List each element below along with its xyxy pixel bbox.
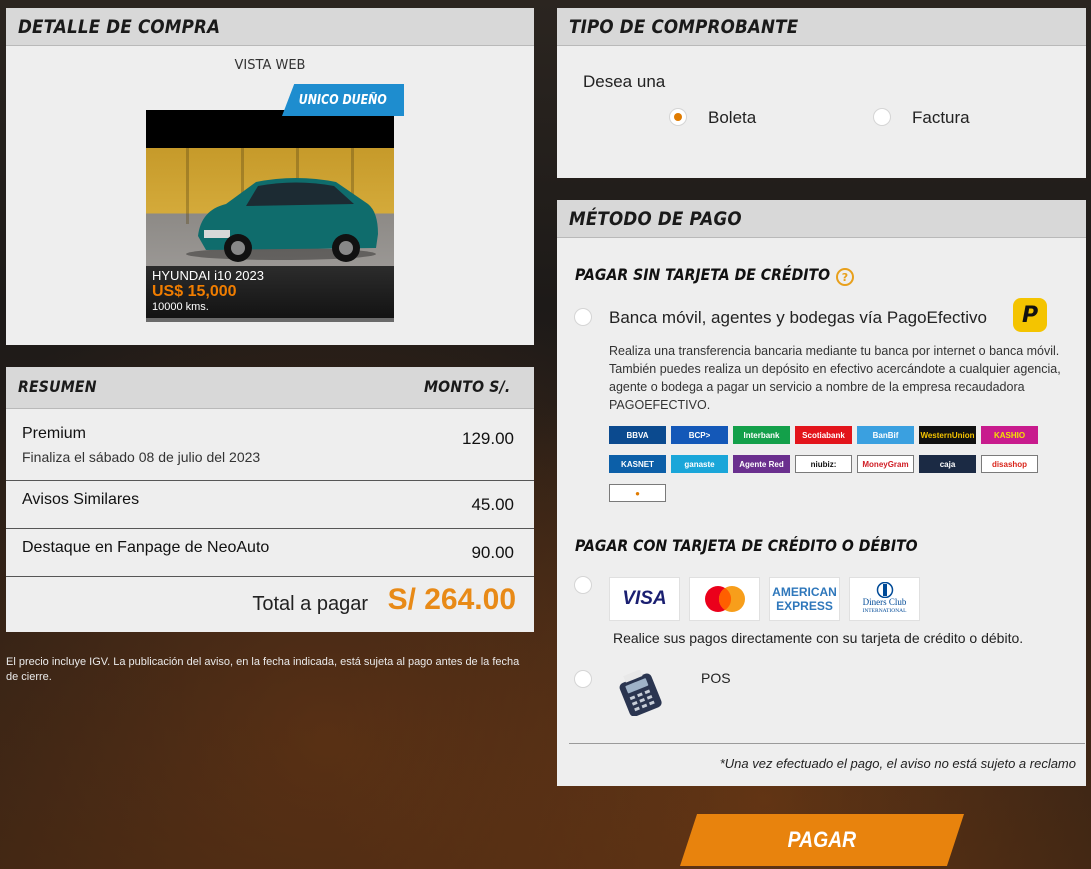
car-card-bottom-bar <box>146 318 394 322</box>
diners-mark <box>876 582 893 598</box>
diners-line1: Diners Club <box>862 597 907 607</box>
resumen-column-header: RESUMEN <box>18 377 97 396</box>
resumen-header: RESUMEN MONTO S/. <box>6 367 534 409</box>
total-value: S/ 264.00 <box>387 583 516 616</box>
pos-terminal-icon <box>619 670 662 716</box>
visa-text: VISA <box>622 588 667 609</box>
question-circle-icon[interactable]: ? <box>836 268 854 286</box>
boleta-radio[interactable] <box>669 108 687 126</box>
bank-logo: MoneyGram <box>857 455 914 473</box>
tarjeta-radio[interactable] <box>574 576 592 594</box>
unico-dueno-badge-text: UNICO DUEÑO <box>298 92 388 108</box>
bank-logo: caja <box>919 455 976 473</box>
diners-line2: INTERNATIONAL <box>862 608 907 614</box>
igv-note: El precio incluye IGV. La publicación de… <box>6 656 520 683</box>
divider <box>569 743 1085 744</box>
amex-line1: AMERICAN <box>772 585 837 599</box>
resumen-row-destaque-fanpage: Destaque en Fanpage de NeoAuto 90.00 <box>6 529 534 577</box>
detalle-compra-title: DETALLE DE COMPRA <box>18 16 221 38</box>
resumen-item-amount: 45.00 <box>471 495 514 514</box>
bank-logo: BBVA <box>609 426 666 444</box>
reclamo-note: *Una vez efectuado el pago, el aviso no … <box>719 756 1076 771</box>
resumen-item-name: Avisos Similares <box>22 491 140 508</box>
car-kms: 10000 kms. <box>152 301 209 313</box>
boleta-label[interactable]: Boleta <box>708 108 756 128</box>
pos-radio[interactable] <box>574 670 592 688</box>
pagar-sin-tarjeta-text: PAGAR SIN TARJETA DE CRÉDITO <box>575 265 831 284</box>
pos-label[interactable]: POS <box>701 670 731 686</box>
car-preview-card: HYUNDAI i10 2023 US$ 15,000 10000 kms. <box>146 110 394 322</box>
tipo-comprobante-header: TIPO DE COMPROBANTE <box>557 8 1086 46</box>
bank-logo: disashop <box>981 455 1038 473</box>
resumen-item-amount: 129.00 <box>462 429 514 448</box>
diners-icon: Diners Club INTERNATIONAL <box>849 577 920 621</box>
metodo-pago-title: MÉTODO DE PAGO <box>569 208 742 230</box>
car-name: HYUNDAI i10 2023 <box>152 268 264 283</box>
resumen-item-subtitle: Finaliza el sábado 08 de julio del 2023 <box>22 449 261 465</box>
bank-logo: Agente Red <box>733 455 790 473</box>
monto-column-header: MONTO S/. <box>423 377 511 396</box>
bank-logo: KASHIO <box>981 426 1038 444</box>
bank-logo: Scotiabank <box>795 426 852 444</box>
bank-logo: BanBif <box>857 426 914 444</box>
metodo-pago-panel: MÉTODO DE PAGO PAGAR SIN TARJETA DE CRÉD… <box>557 200 1086 786</box>
detalle-compra-panel: DETALLE DE COMPRA VISTA WEB HYUNDAI i10 … <box>6 8 534 345</box>
bank-logo: BCP> <box>671 426 728 444</box>
mastercard-circles <box>704 586 745 612</box>
bank-logo: niubiz: <box>795 455 852 473</box>
resumen-item-name: Destaque en Fanpage de NeoAuto <box>22 539 270 556</box>
pagar-button-label: PAGAR <box>787 827 857 852</box>
pagoefectivo-logo-icon: P <box>1013 298 1047 332</box>
cards-note: Realice sus pagos directamente con su ta… <box>613 630 1024 646</box>
amex-icon: AMERICAN EXPRESS <box>769 577 840 621</box>
metodo-pago-header: MÉTODO DE PAGO <box>557 200 1086 238</box>
resumen-item-name: Premium <box>22 425 87 442</box>
factura-radio[interactable] <box>873 108 891 126</box>
total-label: Total a pagar <box>252 593 368 615</box>
resumen-panel: RESUMEN MONTO S/. Premium Finaliza el sá… <box>6 367 534 632</box>
car-photo <box>146 148 394 266</box>
tipo-comprobante-panel: TIPO DE COMPROBANTE Desea una Boleta Fac… <box>557 8 1086 178</box>
factura-label[interactable]: Factura <box>912 108 970 128</box>
vista-web-label: VISTA WEB <box>234 58 306 73</box>
car-info: HYUNDAI i10 2023 US$ 15,000 10000 kms. <box>146 266 394 322</box>
pagar-button[interactable]: PAGAR <box>680 814 964 866</box>
pagoefectivo-radio[interactable] <box>574 308 592 326</box>
bank-logo: KASNET <box>609 455 666 473</box>
detalle-compra-header: DETALLE DE COMPRA <box>6 8 534 46</box>
resumen-row-premium: Premium Finaliza el sábado 08 de julio d… <box>6 409 534 481</box>
bank-logo: WesternUnion <box>919 426 976 444</box>
car-price: US$ 15,000 <box>152 283 237 300</box>
pagar-con-tarjeta-title: PAGAR CON TARJETA DE CRÉDITO O DÉBITO <box>575 536 964 555</box>
visa-icon: VISA <box>609 577 680 621</box>
bank-logo: Interbank <box>733 426 790 444</box>
bank-logo: ganaste <box>671 455 728 473</box>
resumen-item-amount: 90.00 <box>471 543 514 562</box>
bank-logo: ● <box>609 484 666 502</box>
amex-line2: EXPRESS <box>776 599 833 613</box>
car-image <box>186 178 378 262</box>
unico-dueno-badge: UNICO DUEÑO <box>282 84 404 116</box>
desea-una-label: Desea una <box>583 72 666 91</box>
pagoefectivo-description: Realiza una transferencia bancaria media… <box>609 344 1061 412</box>
pagoefectivo-label[interactable]: Banca móvil, agentes y bodegas vía PagoE… <box>609 308 987 328</box>
pagar-sin-tarjeta-title: PAGAR SIN TARJETA DE CRÉDITO <box>575 265 865 284</box>
pagar-con-tarjeta-text: PAGAR CON TARJETA DE CRÉDITO O DÉBITO <box>575 536 918 555</box>
mastercard-icon <box>689 577 760 621</box>
tipo-comprobante-title: TIPO DE COMPROBANTE <box>569 16 799 38</box>
resumen-row-avisos-similares: Avisos Similares 45.00 <box>6 481 534 529</box>
